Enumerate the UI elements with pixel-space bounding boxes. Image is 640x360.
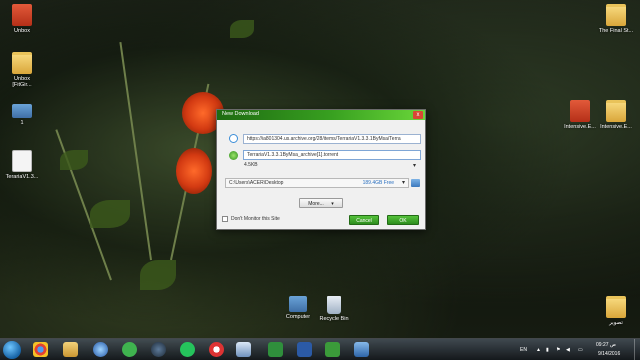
dialog-title: New Download [222,111,259,117]
leaf-shape [140,260,176,290]
camtasia-icon[interactable] [268,342,283,357]
desktop-icon-recycle-bin[interactable]: Recycle Bin [312,296,356,322]
leaf-shape [90,200,130,228]
taskbar: EN ▲ ▮ ⚑ ◀ ▭ 09:27 ص 9/14/2016 [0,338,640,360]
desktop-icon-label: تصوير [609,320,623,326]
desktop-icon-label: Recycle Bin [319,316,349,322]
link-icon [229,134,238,143]
language-indicator[interactable]: EN [520,347,527,353]
plant-stem [119,42,152,261]
flag-icon[interactable]: ⚑ [556,347,560,353]
folder-icon [606,100,626,122]
archive-icon [570,100,590,122]
camtasia-recorder-icon[interactable] [325,342,340,357]
dropdown-arrow-icon[interactable]: ▾ [402,179,405,187]
leaf-shape [230,20,254,38]
dont-monitor-checkbox[interactable] [222,216,228,222]
recycle-bin-icon [327,296,341,314]
show-desktop-button[interactable] [634,339,640,360]
app-icon[interactable] [209,342,224,357]
chrome-icon[interactable] [33,342,48,357]
url-field[interactable]: https://ia801304.us.archive.org/28/items… [243,134,421,144]
media-player-icon[interactable] [93,342,108,357]
leaf-shape [60,150,88,170]
desktop-icon-label: Intensive.E... [600,124,632,130]
folder-icon [606,4,626,26]
desktop-icon-terraria[interactable]: TerariaV1.3... [0,150,44,180]
whatsapp-icon[interactable] [180,342,195,357]
image-file-icon [12,104,32,118]
word-icon[interactable] [297,342,312,357]
steam-icon[interactable] [151,342,166,357]
close-button[interactable]: x [413,111,423,119]
dialog-titlebar[interactable]: New Download x [217,110,425,120]
tray-arrow-icon[interactable]: ▲ [536,347,541,353]
computer-window-icon[interactable] [236,342,251,357]
volume-icon[interactable]: ◀ [566,347,570,353]
free-space-label: 189.4GB Free [362,180,394,186]
ok-button[interactable]: OK [387,215,419,225]
clock-time[interactable]: 09:27 ص [596,342,616,348]
folder-icon [606,296,626,318]
unbox-app-icon [12,4,32,26]
desktop-icon-label: TerariaV1.3... [5,174,39,180]
browse-folder-icon[interactable] [411,179,420,187]
save-path-field[interactable]: C:\Users\ACER\Desktop 189.4GB Free ▾ [225,178,409,188]
dont-monitor-label: Don't Monitor this Site [231,216,280,222]
window-icon[interactable] [354,342,369,357]
desktop-icon-label: Unbox [14,28,30,34]
file-size-label: 4.5KB [244,162,258,168]
more-button-label: More... [308,201,324,207]
torrent-file-icon [229,151,238,160]
desktop-icon-unbox-folder[interactable]: Unbox [FitGir... [0,52,44,88]
chevron-down-icon: ▾ [331,201,334,207]
desktop-icon-arabic-folder[interactable]: تصوير [594,296,638,326]
folder-icon [12,52,32,74]
cancel-button[interactable]: Cancel [349,215,379,225]
battery-icon[interactable]: ▭ [578,347,583,353]
clock-date[interactable]: 9/14/2016 [598,351,620,357]
desktop-icon-unbox[interactable]: Unbox [0,4,44,34]
filename-field[interactable]: TerrariaV1.3.3.1ByMsa_archive[1].torrent [243,150,421,160]
desktop-icon-intensive-2[interactable]: Intensive.E... [594,100,638,130]
desktop-icon-1[interactable]: 1 [0,104,44,126]
desktop-icon-label: The Final St... [598,28,634,34]
start-button[interactable] [3,341,21,359]
file-explorer-icon[interactable] [63,342,78,357]
save-path-text: C:\Users\ACER\Desktop [229,180,284,186]
desktop-icon-label: Unbox [FitGir... [12,76,32,88]
red-flower [176,148,212,194]
desktop-icon-label: 1 [20,120,24,126]
document-icon [12,150,32,172]
desktop-icon-final-st[interactable]: The Final St... [594,4,638,34]
chevron-down-icon[interactable]: ▾ [413,162,416,169]
more-button[interactable]: More... ▾ [299,198,343,208]
computer-icon [289,296,307,312]
new-download-dialog: New Download x https://ia801304.us.archi… [216,109,426,230]
network-icon[interactable]: ▮ [546,347,549,353]
download-manager-icon[interactable] [122,342,137,357]
